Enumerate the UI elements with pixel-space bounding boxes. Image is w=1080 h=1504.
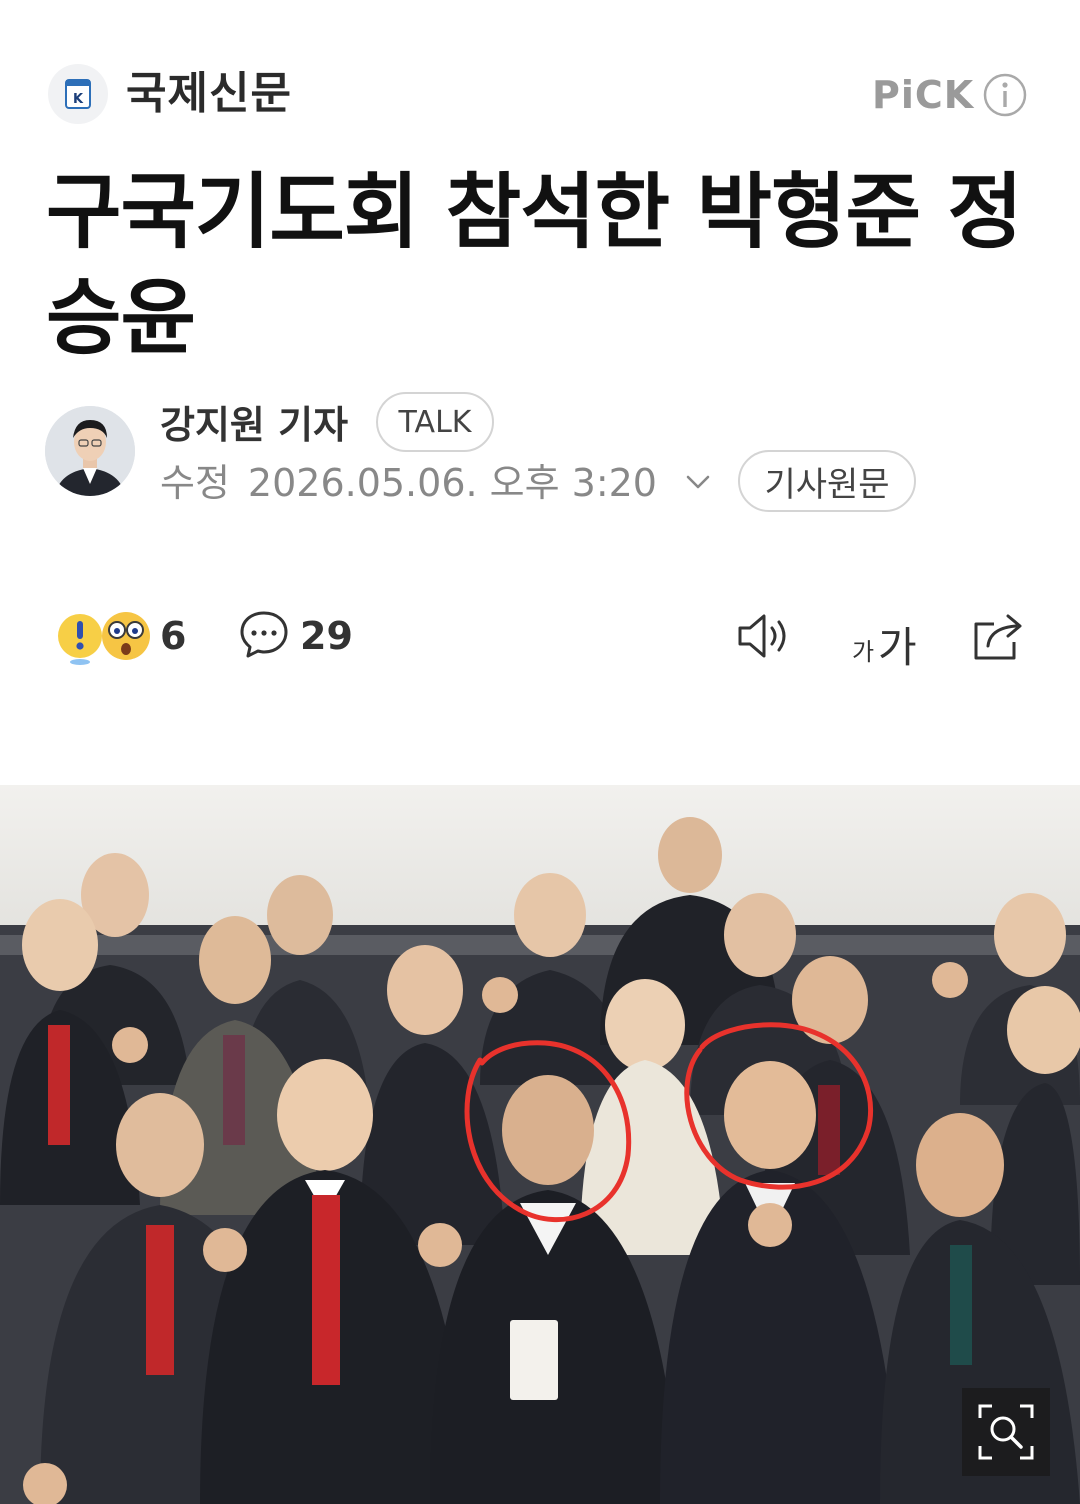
article-date: 수정 2026.05.06. 오후 3:20 — [160, 458, 657, 508]
press-name[interactable]: 국제신문 — [126, 64, 292, 124]
article-headline: 구국기도회 참석한 박형준 정승윤 — [46, 165, 1023, 366]
reaction-emoji-icon[interactable] — [56, 606, 156, 666]
zoom-icon — [978, 1404, 1034, 1460]
pick-badge: PiCK — [872, 73, 975, 117]
speaker-icon[interactable] — [736, 612, 794, 660]
reporter-avatar[interactable] — [45, 406, 135, 496]
share-icon[interactable] — [970, 608, 1028, 664]
comment-count: 29 — [300, 614, 353, 658]
modified-datetime: 2026.05.06. 오후 3:20 — [247, 461, 657, 505]
reporter-name[interactable]: 강지원 기자 — [160, 400, 348, 450]
chevron-down-icon[interactable] — [682, 466, 714, 498]
press-logo[interactable]: K — [48, 64, 108, 124]
talk-button[interactable]: TALK — [376, 392, 494, 452]
group-photo-image — [0, 785, 1080, 1504]
article-photo[interactable] — [0, 785, 1080, 1504]
font-size-button[interactable]: 가 가 — [852, 610, 924, 672]
modified-label: 수정 — [160, 461, 230, 505]
original-article-button[interactable]: 기사원문 — [738, 450, 916, 512]
font-small-label: 가 — [852, 638, 875, 666]
press-logo-icon: K — [65, 79, 91, 109]
svg-text:K: K — [73, 92, 84, 107]
zoom-image-button[interactable] — [962, 1388, 1050, 1476]
reaction-count: 6 — [160, 614, 187, 658]
font-big-label: 가 — [878, 623, 917, 672]
comment-icon[interactable] — [238, 608, 290, 660]
info-icon[interactable] — [982, 72, 1028, 118]
